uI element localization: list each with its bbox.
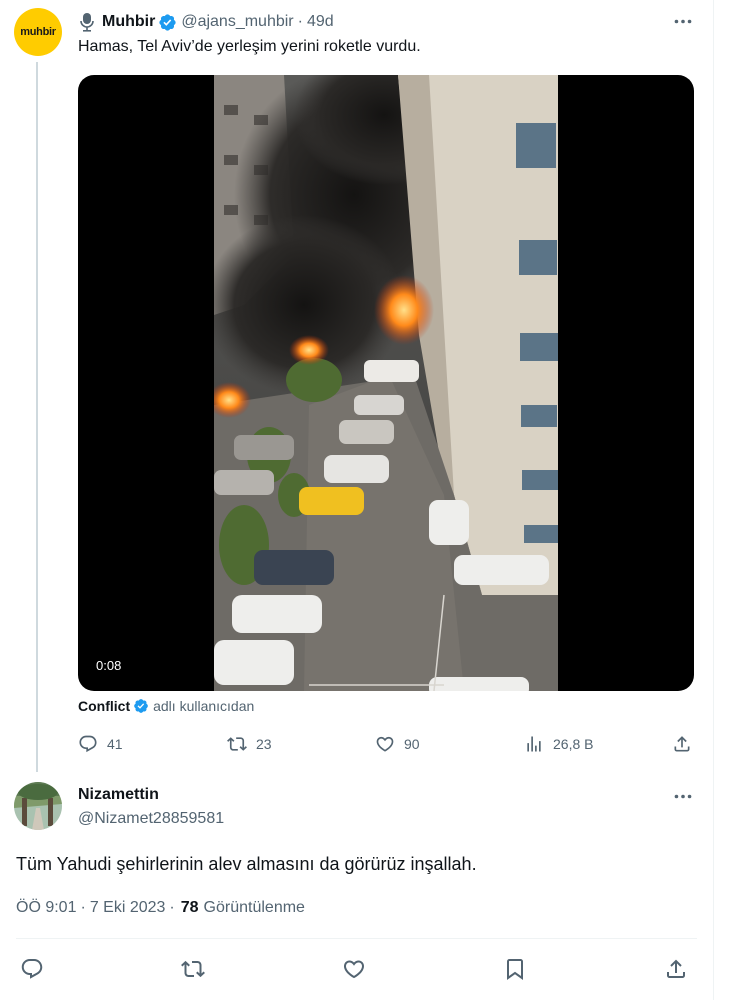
avatar-logo-text: muhbir — [20, 26, 56, 38]
verified-badge-icon — [134, 699, 148, 713]
meta-separator: · — [80, 899, 86, 916]
reply-author-name[interactable]: Nizamettin — [78, 786, 159, 804]
views-count: 26,8 B — [553, 736, 594, 752]
video-still-image — [214, 75, 558, 691]
tweet-header: Muhbir @ajans_muhbir · 49d — [78, 11, 334, 33]
like-icon — [376, 736, 394, 752]
author-name[interactable]: Muhbir — [102, 13, 155, 31]
share-icon — [674, 736, 690, 752]
repost-icon — [227, 737, 247, 751]
attribution-source[interactable]: Conflict — [78, 698, 130, 714]
more-icon[interactable] — [672, 785, 694, 807]
more-icon[interactable] — [672, 10, 694, 32]
tweet-time[interactable]: 49d — [307, 13, 334, 31]
tweet-time[interactable]: ÖÖ 9:01 — [16, 899, 76, 917]
reply-icon — [21, 959, 43, 979]
divider — [16, 938, 697, 939]
bookmark-button[interactable] — [502, 956, 528, 982]
timeline-border — [713, 0, 714, 1000]
repost-count: 23 — [256, 736, 272, 752]
reply-icon — [79, 735, 97, 753]
like-button[interactable] — [341, 956, 367, 982]
microphone-icon — [80, 13, 94, 32]
video-player[interactable]: 0:08 — [78, 75, 694, 691]
thread-connector-line — [36, 62, 38, 772]
reply-button[interactable] — [19, 956, 45, 982]
tweet-text: Hamas, Tel Aviv’de yerleşim yerini roket… — [78, 38, 421, 55]
avatar[interactable] — [14, 782, 62, 830]
views-button[interactable]: 26,8 B — [524, 732, 593, 756]
video-duration: 0:08 — [90, 656, 128, 675]
reply-text: Tüm Yahudi şehirlerinin alev almasını da… — [16, 854, 477, 874]
video-frame — [214, 75, 558, 691]
repost-button[interactable]: 23 — [227, 732, 272, 756]
tweet-metadata: ÖÖ 9:01 · 7 Eki 2023 · 78 Görüntülenme — [16, 899, 305, 917]
views-icon — [527, 736, 541, 752]
reply-author-handle[interactable]: @Nizamet28859581 — [78, 810, 224, 828]
media-attribution: Conflict adlı kullanıcıdan — [78, 697, 254, 715]
repost-button[interactable] — [180, 956, 206, 982]
views-count: 78 — [180, 899, 199, 916]
tweet-date[interactable]: 7 Eki 2023 — [90, 899, 166, 917]
focused-reply-tweet: Nizamettin @Nizamet28859581 Tüm Yahudi ş… — [0, 770, 713, 1000]
avatar[interactable]: muhbir — [14, 8, 62, 56]
verified-badge-icon — [159, 13, 176, 31]
like-button[interactable]: 90 — [375, 732, 420, 756]
bookmark-icon — [507, 959, 523, 980]
reply-button[interactable]: 41 — [78, 732, 123, 756]
quoted-parent-tweet[interactable]: muhbir Muhbir @ajans_muhbir · 49d Hamas,… — [0, 0, 713, 772]
attribution-suffix: adlı kullanıcıdan — [153, 698, 255, 714]
like-icon — [343, 960, 365, 979]
meta-separator: · — [169, 899, 175, 916]
share-button[interactable] — [672, 732, 692, 756]
author-handle[interactable]: @ajans_muhbir — [181, 13, 293, 31]
like-count: 90 — [404, 736, 420, 752]
share-icon — [667, 959, 685, 978]
reply-count: 41 — [107, 736, 123, 752]
views-label: Görüntülenme — [203, 899, 305, 916]
tweet-actions: 41 23 90 26,8 B — [78, 732, 694, 756]
share-button[interactable] — [663, 956, 689, 982]
header-separator: · — [297, 13, 303, 30]
repost-icon — [181, 960, 205, 978]
reply-actions — [0, 956, 713, 982]
